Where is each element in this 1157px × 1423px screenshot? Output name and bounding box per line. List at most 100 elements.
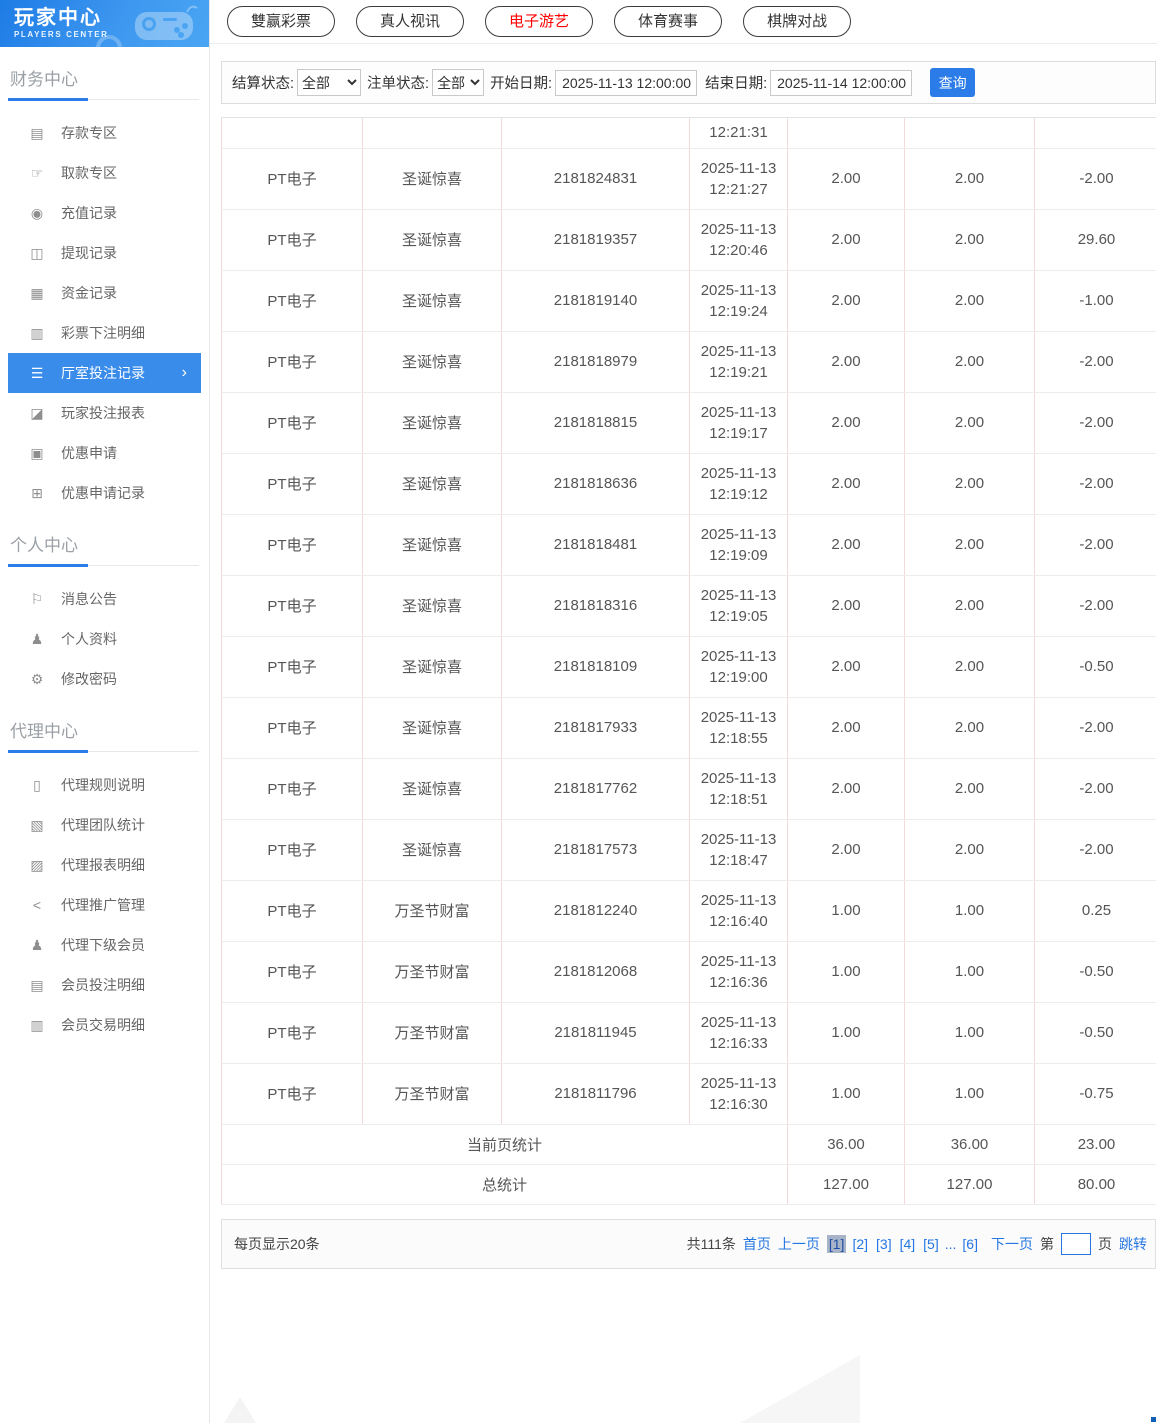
sidebar-item-agent-rules[interactable]: ▯ 代理规则说明 [8,765,201,805]
hall-cell: PT电子 [221,514,363,576]
game-cell: 圣诞惊喜 [362,453,502,515]
game-cell: 圣诞惊喜 [362,392,502,454]
sidebar-item-profile[interactable]: ♟ 个人资料 [8,619,201,659]
sidebar-item-label: 提现记录 [61,245,117,261]
sidebar-item-promo-apply-records[interactable]: ⊞ 优惠申请记录 [8,473,201,513]
page-link[interactable]: [3] [874,1235,894,1253]
sidebar-item-hall-bet-records[interactable]: ☰ 厅室投注记录 › [8,353,201,393]
start-date-input[interactable] [555,69,698,96]
time-cell: 2025-11-13 12:16:30 [689,1063,788,1125]
winloss-cell: -2.00 [1034,819,1156,881]
sidebar-item-member-bet-detail[interactable]: ▤ 会员投注明细 [8,965,201,1005]
hall-cell: PT电子 [221,148,363,210]
order-no-cell: 2181818815 [501,392,690,454]
order-no-cell: 2181811796 [501,1063,690,1125]
report-detail-icon: ▨ [30,856,44,873]
hand-coin-icon: ☞ [30,164,44,181]
page-link[interactable]: [5] [921,1235,941,1253]
first-page-link[interactable]: 首页 [743,1234,771,1254]
main-content: 雙赢彩票 真人视讯 电子游艺 体育赛事 棋牌对战 结算状态: 全部 注单状态: 全部 开… [210,0,1157,1423]
time-cell: 2025-11-13 12:18:47 [689,819,788,881]
page-summary-winloss: 23.00 [1034,1124,1156,1165]
sidebar-item-change-password[interactable]: ⚙ 修改密码 [8,659,201,699]
valid-bet-cell: 2.00 [904,575,1035,637]
total-count-text: 共111条 [686,1235,736,1252]
order-status-select[interactable]: 全部 [432,69,485,96]
next-page-link[interactable]: 下一页 [991,1234,1033,1254]
sidebar-item-player-bet-report[interactable]: ◪ 玩家投注报表 [8,393,201,433]
page-link-current[interactable]: [1] [826,1234,847,1253]
order-no-cell: 2181819140 [501,270,690,332]
time-cell: 2025-11-13 12:20:46 [689,209,788,271]
report-chart-icon: ◪ [30,404,44,421]
decor-triangle-center [740,1355,860,1423]
table-row: PT电子 圣诞惊喜 2181819357 2025-11-13 12:20:46 2.00… [221,209,1156,271]
sidebar-item-cashout-records[interactable]: ◫ 提现记录 [8,233,201,273]
order-no-cell: 2181818481 [501,514,690,576]
sidebar-item-deposit-zone[interactable]: ▤ 存款专区 [8,113,201,153]
valid-bet-cell: 2.00 [904,270,1035,332]
bet-amount-cell: 2.00 [787,758,905,820]
tab-sports[interactable]: 体育赛事 [614,6,723,37]
query-button[interactable]: 查询 [930,68,976,97]
hall-cell: PT电子 [221,697,363,759]
sidebar-item-agent-report-detail[interactable]: ▨ 代理报表明细 [8,845,201,885]
wallet-icon: ◫ [30,244,44,261]
tab-live[interactable]: 真人视讯 [356,6,465,37]
sidebar-item-lottery-bet-detail[interactable]: ▥ 彩票下注明细 [8,313,201,353]
prev-page-link[interactable]: 上一页 [778,1234,820,1254]
settle-status-select[interactable]: 全部 [297,69,362,96]
jump-page-input[interactable] [1061,1232,1091,1255]
bet-amount-cell: 1.00 [787,880,905,942]
section-divider [8,564,199,567]
ticket-list-icon: ⊞ [31,484,43,501]
sidebar-item-recharge-records[interactable]: ◉ 充值记录 [8,193,201,233]
sidebar-item-label: 存款专区 [61,125,117,141]
chevron-right-icon: › [181,364,187,381]
time-cell: 12:21:31 [689,118,788,149]
member-trade-icon: ▥ [30,1016,44,1033]
page-link[interactable]: [2] [850,1235,870,1253]
decor-triangle-left [224,1397,256,1423]
game-cell: 万圣节财富 [362,880,502,942]
sidebar-item-member-trade-detail[interactable]: ▥ 会员交易明细 [8,1005,201,1045]
table-row: PT电子 圣诞惊喜 2181818109 2025-11-13 12:19:00 2.00… [221,636,1156,698]
bet-records-table: 12:21:31 PT电子 圣诞惊喜 2181824831 2025-11-13 12:… [221,118,1156,1205]
order-no-cell: 2181818636 [501,453,690,515]
tab-egames[interactable]: 电子游艺 [485,6,594,37]
sidebar-item-label: 代理报表明细 [61,857,145,873]
bet-amount-cell: 1.00 [787,941,905,1003]
winloss-cell: -0.50 [1034,636,1156,698]
moneybag-icon: ◉ [30,204,44,221]
sidebar-item-messages[interactable]: ⚐ 消息公告 [8,579,201,619]
sidebar-item-agent-promotion[interactable]: < 代理推广管理 [8,885,201,925]
bet-amount-cell: 2.00 [787,697,905,759]
time-cell: 2025-11-13 12:19:17 [689,392,788,454]
valid-bet-cell [904,118,1035,149]
total-summary-row: 总统计 127.00 127.00 80.00 [221,1164,1156,1205]
winloss-cell: 0.25 [1034,880,1156,942]
winloss-cell: -2.00 [1034,697,1156,759]
lottery-list-icon: ▥ [30,324,44,341]
page-link[interactable]: [6] [960,1235,980,1253]
end-date-input[interactable] [770,69,913,96]
table-row: PT电子 圣诞惊喜 2181824831 2025-11-13 12:21:27 2.00… [221,148,1156,210]
valid-bet-cell: 2.00 [904,453,1035,515]
valid-bet-cell: 2.00 [904,697,1035,759]
tab-lottery[interactable]: 雙赢彩票 [227,6,336,37]
game-cell: 圣诞惊喜 [362,697,502,759]
table-row: PT电子 圣诞惊喜 2181817573 2025-11-13 12:18:47 2.00… [221,819,1156,881]
members-icon: ♟ [30,936,44,953]
jump-button[interactable]: 跳转 [1119,1234,1147,1254]
sidebar-item-agent-team-stats[interactable]: ▧ 代理团队统计 [8,805,201,845]
valid-bet-cell: 2.00 [904,331,1035,393]
sidebar-item-withdraw-zone[interactable]: ☞ 取款专区 [8,153,201,193]
tab-boardgame[interactable]: 棋牌对战 [743,6,852,37]
sidebar-item-promo-apply[interactable]: ▣ 优惠申请 [8,433,201,473]
time-cell: 2025-11-13 12:21:27 [689,148,788,210]
sidebar-item-funds-records[interactable]: ▦ 资金记录 [8,273,201,313]
time-cell: 2025-11-13 12:16:36 [689,941,788,1003]
page-link[interactable]: [4] [898,1235,918,1253]
sidebar-item-agent-sub-members[interactable]: ♟ 代理下级会员 [8,925,201,965]
winloss-cell: -2.00 [1034,331,1156,393]
